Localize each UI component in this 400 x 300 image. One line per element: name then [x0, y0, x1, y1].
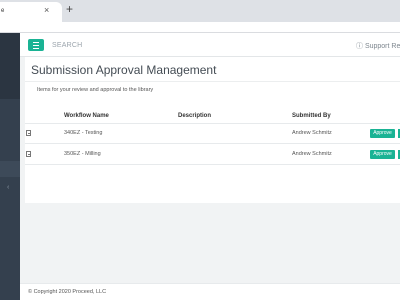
main-content: SEARCH ⓘ Support Res Submission Approval…: [20, 33, 400, 300]
approval-panel: Submission Approval Management Items for…: [25, 57, 400, 203]
footer: © Copyright 2020 Proceed, LLC: [20, 283, 400, 300]
chevron-left-icon[interactable]: ‹: [7, 184, 9, 191]
page-title: Submission Approval Management: [31, 63, 217, 77]
support-link[interactable]: ⓘ Support Res: [356, 41, 400, 51]
sidebar-profile-area: [0, 33, 20, 99]
approve-button[interactable]: Approve: [370, 150, 395, 159]
document-icon[interactable]: [26, 151, 31, 157]
page-subtitle: Items for your review and approval to th…: [37, 87, 154, 93]
top-bar: SEARCH ⓘ Support Res: [20, 33, 400, 57]
approve-button[interactable]: Approve: [370, 129, 395, 138]
workflow-name-cell: 350EZ - Milling: [64, 151, 101, 157]
table-row[interactable]: 350EZ - Milling Andrew Schmitz Approve: [25, 145, 400, 165]
sidebar-item-active[interactable]: [0, 161, 20, 177]
table-row[interactable]: 340EZ - Testing Andrew Schmitz Approve: [25, 124, 400, 144]
column-header-description: Description: [178, 113, 212, 119]
column-header-submitted-by: Submitted By: [292, 113, 331, 119]
document-icon[interactable]: [26, 130, 31, 136]
menu-icon-line: [33, 48, 39, 49]
submitted-by-cell: Andrew Schmitz: [292, 130, 332, 136]
menu-icon-line: [33, 42, 39, 43]
menu-icon-line: [33, 45, 39, 46]
tab-close-icon[interactable]: ×: [44, 5, 49, 15]
copyright-text: © Copyright 2020 Proceed, LLC: [28, 289, 107, 295]
divider: [25, 81, 400, 82]
browser-toolbar: [0, 22, 400, 33]
workflow-name-cell: 340EZ - Testing: [64, 130, 103, 136]
column-header-workflow-name: Workflow Name: [64, 113, 109, 119]
search-input[interactable]: SEARCH: [52, 42, 82, 49]
hamburger-menu-button[interactable]: [28, 39, 44, 51]
sidebar: ‹: [0, 33, 20, 300]
submitted-by-cell: Andrew Schmitz: [292, 151, 332, 157]
new-tab-icon[interactable]: +: [66, 2, 73, 16]
browser-tab-title: e: [1, 8, 5, 14]
browser-tab-bar: e × +: [0, 0, 400, 22]
browser-tab[interactable]: e ×: [0, 2, 62, 22]
